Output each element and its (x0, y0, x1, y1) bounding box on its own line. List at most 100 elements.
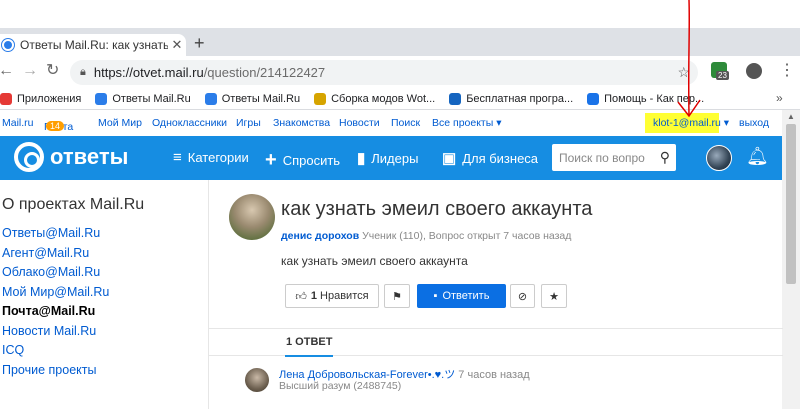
portal-link-moy-mir[interactable]: Мой Мир (98, 117, 142, 129)
bookmark-label: Ответы Mail.Ru (221, 92, 301, 105)
list-icon: ≡ (173, 149, 182, 166)
sidebar-item-cloud[interactable]: Облако@Mail.Ru (2, 263, 200, 283)
bookmark-flag-icon: ⚑ (392, 290, 402, 303)
bookmark-label: Сборка модов Wot... (331, 92, 436, 105)
thumbs-up-icon: 👍︎ (295, 290, 307, 303)
question-meta-text: Ученик (110), Вопрос открыт 7 часов наза… (359, 230, 572, 242)
answer-label: Ответить (442, 290, 490, 302)
projects-sidebar: О проектах Mail.Ru Ответы@Mail.Ru Агент@… (0, 196, 200, 380)
new-tab-icon[interactable]: + (194, 34, 205, 52)
answer-author-avatar[interactable] (245, 368, 269, 392)
sidebar-item-moy-mir[interactable]: Мой Мир@Mail.Ru (2, 283, 200, 303)
at-sign-icon (14, 142, 44, 172)
annotation-arrow (677, 0, 701, 118)
nav-leaders[interactable]: ▮ Лидеры (357, 149, 418, 167)
block-icon: ⊘ (517, 290, 528, 303)
bookmark-label: Приложения (17, 92, 82, 105)
logo-text: ответы (50, 144, 129, 169)
question-meta: денис дорохов Ученик (110), Вопрос откры… (281, 230, 571, 242)
portal-link-mailru[interactable]: Mail.ru (2, 117, 34, 129)
tab-title: Ответы Mail.Ru: как узнать эмеил (20, 38, 168, 52)
portal-link-dating[interactable]: Знакомства (273, 117, 330, 129)
lock-icon: 🔒︎ (80, 66, 86, 78)
question-author-link[interactable]: денис дорохов (281, 230, 359, 242)
sidebar-item-agent[interactable]: Агент@Mail.Ru (2, 244, 200, 264)
sidebar-item-other[interactable]: Прочие проекты (2, 361, 200, 381)
sidebar-title: О проектах Mail.Ru (2, 196, 145, 213)
search-input[interactable]: Поиск по вопро ⚲ (552, 144, 676, 171)
comment-icon: ▪ (433, 290, 438, 302)
portal-link-games[interactable]: Игры (236, 117, 261, 129)
reload-icon[interactable]: ↻ (46, 63, 59, 79)
sidebar-item-otvety[interactable]: Ответы@Mail.Ru (2, 224, 200, 244)
like-button[interactable]: 👍︎ 1 Нравится (285, 284, 379, 308)
user-avatar[interactable] (706, 145, 732, 171)
answer-time: 7 часов назад (455, 369, 530, 381)
plus-icon: + (265, 149, 277, 171)
otvety-favicon-icon (2, 39, 14, 51)
bookmark-malwarebytes[interactable]: Бесплатная програ... (449, 92, 573, 105)
malwarebytes-icon (449, 92, 462, 105)
scroll-up-arrow-icon[interactable]: ▲ (787, 112, 795, 121)
like-label: Нравится (320, 290, 369, 302)
bar-chart-icon: ▮ (357, 150, 366, 167)
briefcase-icon: ▣ (442, 150, 457, 167)
report-button[interactable]: ⊘ (510, 284, 535, 308)
portal-link-search[interactable]: Поиск (391, 117, 420, 129)
otvety-icon (95, 92, 108, 105)
url-host: https://otvet.mail.ru (93, 65, 204, 80)
logout-link[interactable]: выход (739, 117, 769, 129)
back-arrow-icon[interactable]: ← (0, 63, 14, 79)
bookmark-label: Ответы Mail.Ru (112, 92, 191, 105)
profile-icon[interactable] (746, 63, 762, 79)
sidebar-item-icq[interactable]: ICQ (2, 341, 200, 361)
search-icon[interactable]: ⚲ (660, 149, 670, 166)
star-icon: ★ (549, 290, 559, 303)
answer-author-rank: Высший разум (2488745) (279, 380, 402, 392)
browser-tab[interactable]: Ответы Mail.Ru: как узнать эмеил ✕ (0, 34, 186, 56)
menu-dots-icon[interactable]: ⋮ (779, 60, 795, 80)
apps-grid-icon (0, 92, 12, 105)
nav-categories[interactable]: ≡ Категории (173, 149, 249, 166)
answers-tabbar: 1 ОТВЕТ (209, 328, 783, 357)
author-avatar[interactable] (229, 194, 275, 240)
favorite-button[interactable]: ★ (541, 284, 567, 308)
nav-label: Для бизнеса (462, 150, 539, 166)
nav-label: Лидеры (371, 150, 419, 166)
tab-answers[interactable]: 1 ОТВЕТ (285, 329, 334, 357)
bookmark-button[interactable]: ⚑ (384, 284, 410, 308)
forward-arrow-icon[interactable]: → (22, 63, 38, 79)
page-scrollbar[interactable]: ▲ (782, 110, 800, 409)
site-header: ответы ≡ Категории + Спросить ▮ Лидеры ▣ Для… (0, 136, 782, 180)
sidebar-item-pochta[interactable]: Почта@Mail.Ru (2, 302, 200, 322)
bookmark-wot[interactable]: Сборка модов Wot... (314, 92, 436, 105)
close-tab-icon[interactable]: ✕ (168, 37, 186, 53)
answer-button[interactable]: ▪ Ответить (417, 284, 506, 308)
otvety-icon (204, 92, 217, 105)
sidebar-item-news[interactable]: Новости Mail.Ru (2, 322, 200, 342)
scrollbar-thumb[interactable] (786, 124, 796, 284)
otvety-logo[interactable]: ответы (14, 142, 128, 172)
address-bar[interactable]: 🔒︎ https://otvet.mail.ru/question/214122… (70, 60, 698, 85)
portal-link-news[interactable]: Новости (339, 117, 380, 129)
bell-icon[interactable]: 🔔︎ (746, 146, 769, 167)
portal-link-ok[interactable]: Одноклассники (152, 117, 227, 129)
nav-label: Категории (187, 150, 249, 165)
question-panel: как узнать эмеил своего аккаунта денис д… (208, 180, 783, 409)
wot-icon (314, 92, 327, 105)
help-icon (587, 92, 600, 105)
bookmark-otvety-1[interactable]: Ответы Mail.Ru (95, 92, 191, 105)
more-bookmarks-icon[interactable]: » (776, 91, 783, 105)
nav-business[interactable]: ▣ Для бизнеса (442, 149, 538, 167)
question-title: как узнать эмеил своего аккаунта (281, 198, 593, 220)
portal-link-all-projects[interactable]: Все проекты ▾ (432, 117, 501, 129)
url-path: /question/214122427 (203, 65, 326, 80)
portal-links: Mail.ru Почта14 Мой Мир Одноклассники Иг… (0, 113, 782, 133)
bookmark-otvety-2[interactable]: Ответы Mail.Ru (204, 92, 301, 105)
extension-badge: 23 (716, 71, 729, 80)
question-body: как узнать эмеил своего аккаунта (281, 254, 468, 268)
nav-ask[interactable]: + Спросить (265, 149, 340, 172)
search-placeholder: Поиск по вопро (559, 150, 645, 165)
mail-count-badge: 14 (46, 121, 65, 131)
bookmark-apps[interactable]: Приложения (0, 92, 82, 105)
